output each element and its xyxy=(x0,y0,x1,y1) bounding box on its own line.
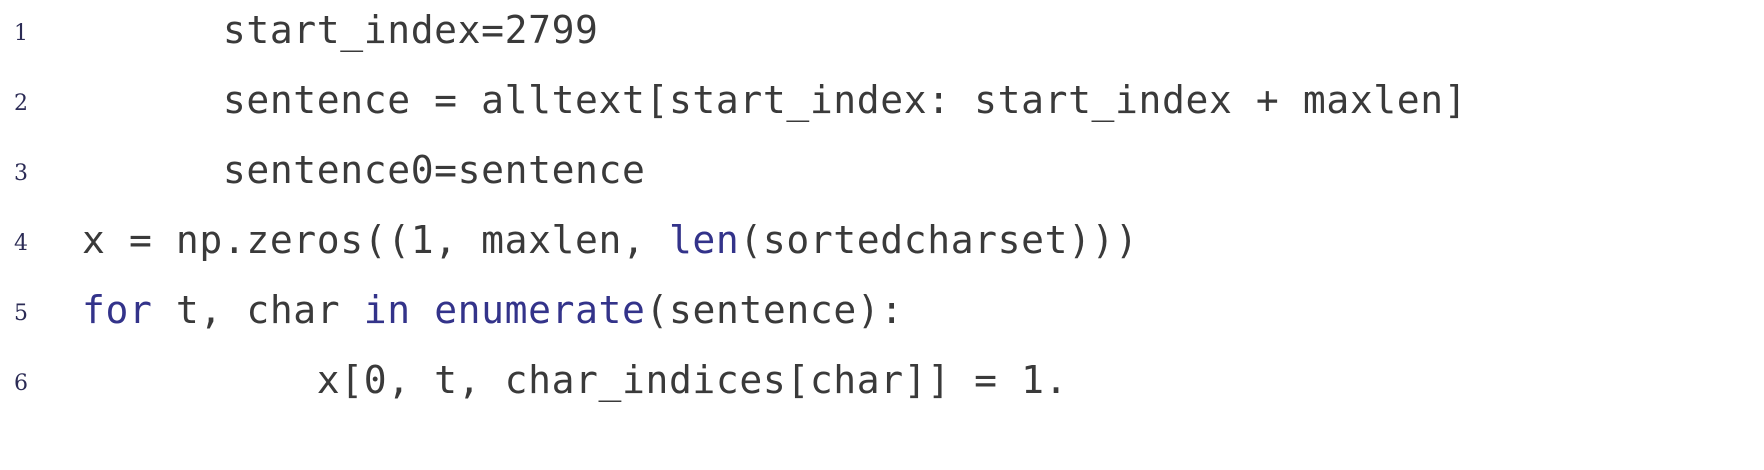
line-number: 2 xyxy=(14,91,28,116)
code-line-6: 6 x[0, t, char_indices[char]] = 1. xyxy=(0,350,1764,410)
code-line-3: 3 sentence0=sentence xyxy=(0,140,1764,200)
code-listing: 1 start_index=2799 2 sentence = alltext[… xyxy=(0,0,1764,466)
line-number: 6 xyxy=(14,371,28,396)
line-number: 5 xyxy=(14,301,28,326)
code-line-4: 4 x = np.zeros((1, maxlen, len(sortedcha… xyxy=(0,210,1764,270)
code-text: x = np.zeros((1, maxlen, len(sortedchars… xyxy=(82,210,1139,270)
code-text: x[0, t, char_indices[char]] = 1. xyxy=(82,290,1068,470)
code-token: x[0, t, char_indices[char]] = 1. xyxy=(222,358,1069,402)
code-token: x = np.zeros((1, maxlen, xyxy=(82,218,669,262)
code-token: (sortedcharset))) xyxy=(739,218,1139,262)
line-number: 3 xyxy=(14,161,28,186)
line-number: 1 xyxy=(14,21,28,46)
code-token: sentence0=sentence xyxy=(222,148,646,192)
line-number: 4 xyxy=(14,231,28,256)
builtin-token: len xyxy=(668,218,740,262)
